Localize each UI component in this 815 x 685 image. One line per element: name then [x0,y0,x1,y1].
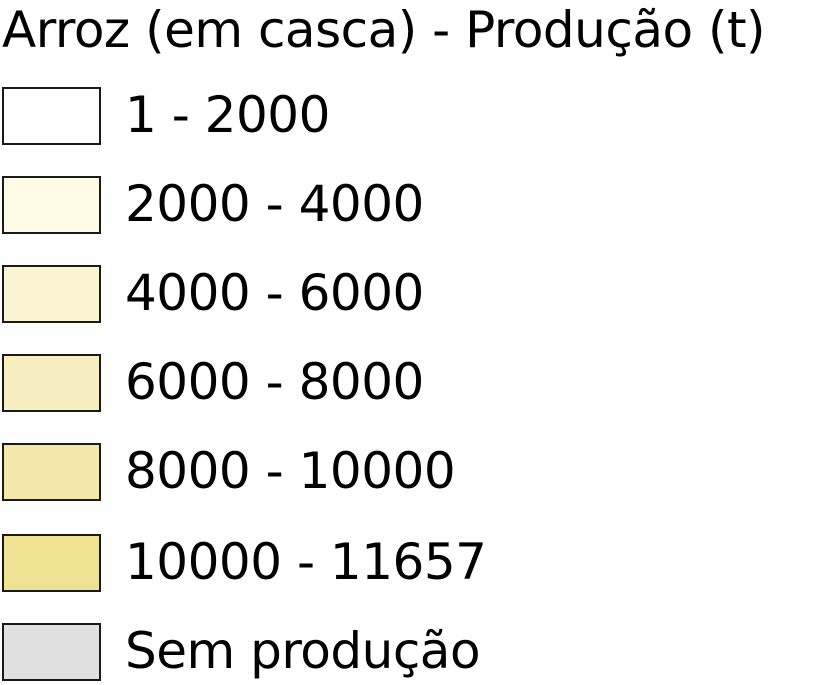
legend-item: Sem produção [0,621,815,681]
legend-item-label: 2000 - 4000 [125,175,424,233]
legend-item: 4000 - 6000 [0,263,815,323]
legend-item: 2000 - 4000 [0,174,815,234]
map-legend: Arroz (em casca) - Produção (t) 1 - 2000… [0,0,815,685]
legend-swatch [2,443,101,501]
legend-item: 10000 - 11657 [0,532,815,592]
legend-item-label: 1 - 2000 [125,86,330,144]
legend-item-label: 4000 - 6000 [125,264,424,322]
legend-swatch [2,87,101,145]
legend-swatch [2,265,101,323]
legend-item: 6000 - 8000 [0,352,815,412]
legend-item: 8000 - 10000 [0,441,815,501]
legend-item-label: 6000 - 8000 [125,353,424,411]
legend-swatch [2,354,101,412]
legend-swatch [2,534,101,592]
legend-title: Arroz (em casca) - Produção (t) [2,1,766,59]
legend-swatch [2,176,101,234]
legend-item-label: Sem produção [125,622,481,680]
legend-item: 1 - 2000 [0,85,815,145]
legend-item-label: 8000 - 10000 [125,442,456,500]
legend-swatch [2,623,101,681]
legend-item-label: 10000 - 11657 [125,533,487,591]
